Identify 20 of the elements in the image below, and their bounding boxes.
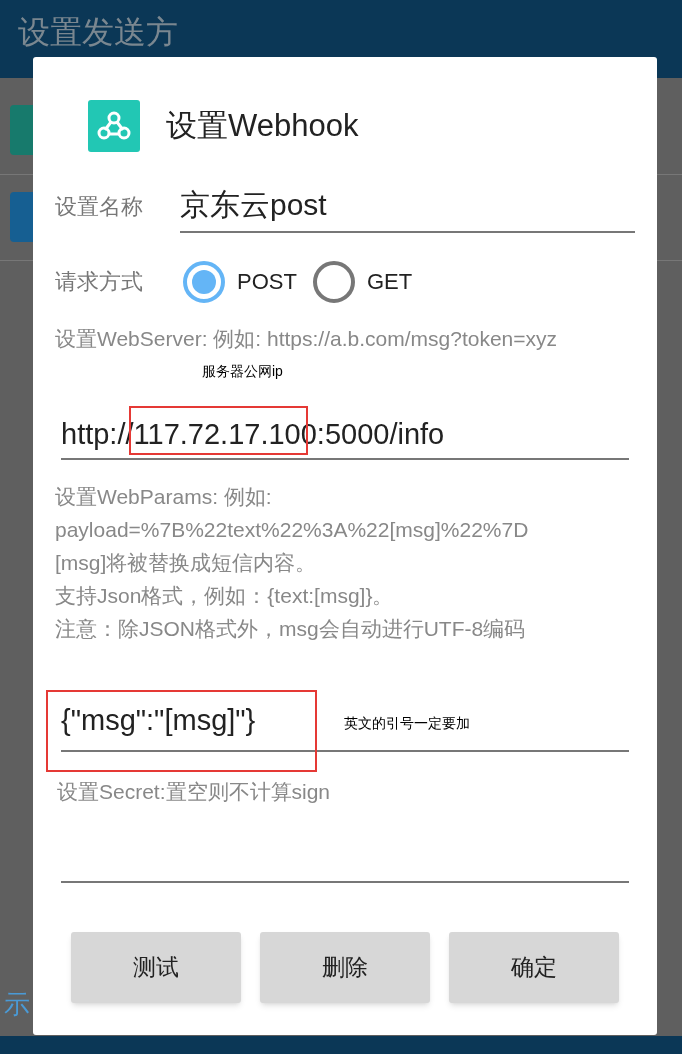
dialog-title: 设置Webhook (166, 106, 359, 145)
app-bar-title: 设置发送方 (18, 14, 178, 50)
radio-label[interactable]: GET (366, 265, 413, 298)
field-label: 请求方式 (55, 268, 144, 296)
annotation-text: 英文的引号一定要加 (344, 714, 470, 733)
hint-text: 设置WebServer: 例如: https://a.b.com/msg?token=xyz (55, 326, 559, 352)
hint-text: 注意：除JSON格式外，msg会自动进行UTF-8编码 (55, 616, 526, 642)
hint-text: [msg]将被替换成短信内容。 (55, 550, 317, 576)
field-label: 设置名称 (55, 193, 144, 221)
dialog-button[interactable]: 删除 (260, 932, 430, 1003)
name-field[interactable]: 京东云post (180, 182, 635, 233)
dialog-button[interactable]: 测试 (71, 932, 241, 1003)
hint-text: 设置WebParams: 例如: (55, 484, 272, 510)
radio-label[interactable]: POST (237, 265, 297, 298)
hint-text: 设置Secret:置空则不计算sign (57, 779, 331, 805)
tip-text: 示 (4, 988, 30, 1021)
hint-text: 支持Json格式，例如：{text:[msg]}。 (55, 583, 394, 609)
dialog-button[interactable]: 确定 (449, 932, 619, 1003)
annotation-text: 服务器公网ip (202, 362, 283, 381)
hint-text: payload=%7B%22text%22%3A%22[msg]%22%7D (55, 517, 529, 543)
